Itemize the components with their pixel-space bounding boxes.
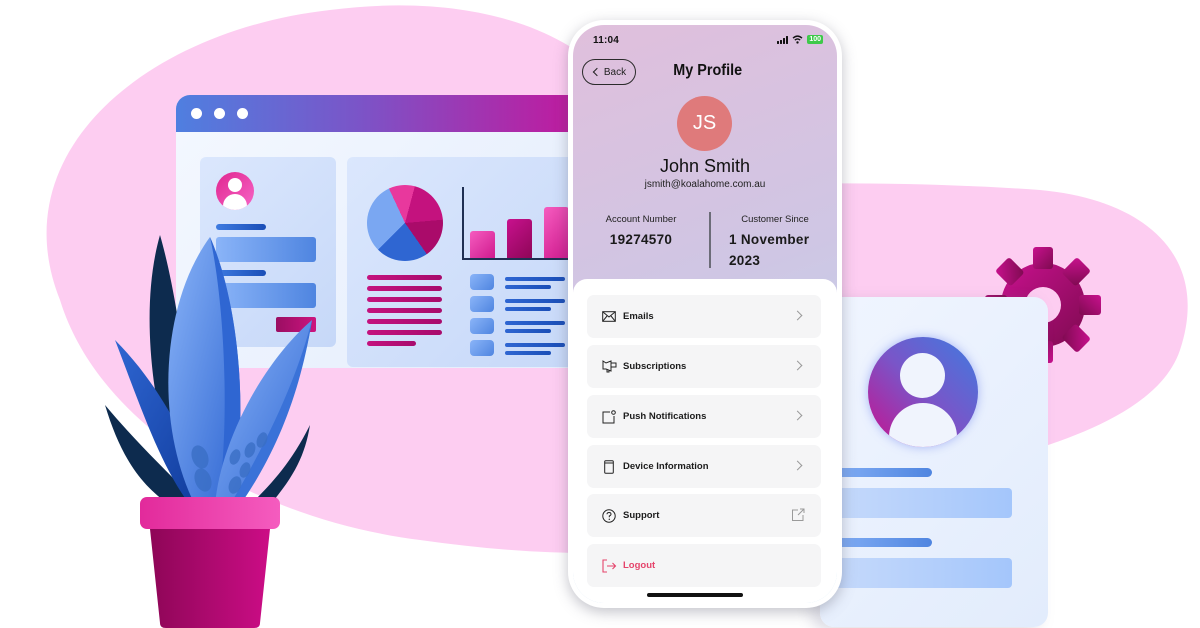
envelope-icon <box>601 309 617 325</box>
user-avatar-icon <box>868 337 978 447</box>
back-button-label: Back <box>603 66 627 78</box>
phone-mockup: 11:04 100 My Profile Back JS John Smith … <box>568 20 842 608</box>
placeholder-square <box>470 274 494 290</box>
profile-card-illustration <box>820 297 1048 627</box>
placeholder-line <box>367 308 442 313</box>
menu-item-device-information[interactable]: Device Information <box>587 445 821 488</box>
placeholder-line <box>367 275 442 280</box>
account-number-value: 19274570 <box>609 232 673 247</box>
placeholder-line <box>505 329 551 333</box>
home-indicator[interactable] <box>647 593 743 597</box>
placeholder-square <box>470 318 494 334</box>
menu-item-label: Logout <box>623 560 656 571</box>
customer-since-value: 1 November 2023 <box>727 229 823 271</box>
user-avatar-icon <box>216 172 254 210</box>
menu-item-subscriptions[interactable]: Subscriptions <box>587 345 821 388</box>
menu-item-label: Push Notifications <box>623 411 707 422</box>
mini-chart-y-axis <box>462 187 464 259</box>
external-link-icon <box>792 508 805 521</box>
placeholder-line <box>505 285 551 289</box>
placeholder-line <box>505 351 551 355</box>
wifi-icon <box>792 35 803 44</box>
megaphone-icon <box>601 359 617 375</box>
chevron-right-icon <box>792 360 803 371</box>
potted-plant-illustration <box>105 235 312 628</box>
user-name: John Smith <box>659 156 751 176</box>
browser-dashboard-panel <box>347 157 576 367</box>
logout-icon <box>601 558 617 574</box>
placeholder-square <box>470 340 494 356</box>
placeholder-line <box>505 307 551 311</box>
placeholder-line <box>367 319 442 324</box>
placeholder-line <box>367 297 442 302</box>
browser-title-bar <box>176 95 576 132</box>
status-time: 11:04 <box>593 35 620 46</box>
customer-since-year: 2023 <box>729 253 761 268</box>
chevron-right-icon <box>792 410 803 421</box>
mini-bar <box>544 207 569 258</box>
notification-icon <box>601 409 617 425</box>
window-dot-icon <box>214 108 225 119</box>
divider <box>709 212 711 268</box>
window-dot-icon <box>191 108 202 119</box>
mini-chart-x-axis <box>462 258 572 260</box>
device-icon <box>601 459 617 475</box>
help-circle-icon <box>601 508 617 524</box>
menu-item-label: Emails <box>623 311 654 322</box>
status-bar: 11:04 100 <box>573 25 837 55</box>
menu-item-label: Support <box>623 510 660 521</box>
menu-sheet: Emails Subscriptions Push Notifications <box>573 279 837 603</box>
account-number-block: Account Number 19274570 <box>593 214 689 250</box>
customer-since-label: Customer Since <box>741 214 809 225</box>
placeholder-line <box>367 286 442 291</box>
placeholder-field <box>820 558 1012 588</box>
menu-item-label: Device Information <box>623 461 709 472</box>
menu-item-support[interactable]: Support <box>587 494 821 537</box>
placeholder-line <box>367 341 416 346</box>
user-email: jsmith@koalahome.com.au <box>644 179 766 190</box>
placeholder-line <box>367 330 442 335</box>
menu-item-label: Subscriptions <box>623 361 687 372</box>
placeholder-field <box>820 488 1012 518</box>
placeholder-line <box>505 343 565 347</box>
placeholder-line <box>505 321 565 325</box>
chevron-left-icon <box>592 67 602 77</box>
menu-item-emails[interactable]: Emails <box>587 295 821 338</box>
window-dot-icon <box>237 108 248 119</box>
avatar: JS <box>677 96 732 151</box>
chevron-right-icon <box>792 310 803 321</box>
mini-pie-chart <box>358 176 452 270</box>
customer-since-date: 1 November <box>729 232 810 247</box>
profile-screen: 11:04 100 My Profile Back JS John Smith … <box>573 25 837 603</box>
battery-icon: 100 <box>807 35 823 44</box>
placeholder-line <box>505 277 565 281</box>
placeholder-square <box>470 296 494 312</box>
placeholder-line <box>505 299 565 303</box>
back-button[interactable]: Back <box>582 59 636 85</box>
chevron-right-icon <box>792 460 803 471</box>
signal-icon <box>777 35 789 44</box>
customer-since-block: Customer Since 1 November 2023 <box>727 214 823 271</box>
account-number-label: Account Number <box>605 214 677 225</box>
mini-bar <box>470 231 495 258</box>
mini-bar <box>507 219 532 258</box>
logout-button[interactable]: Logout <box>587 544 821 587</box>
menu-item-push-notifications[interactable]: Push Notifications <box>587 395 821 438</box>
